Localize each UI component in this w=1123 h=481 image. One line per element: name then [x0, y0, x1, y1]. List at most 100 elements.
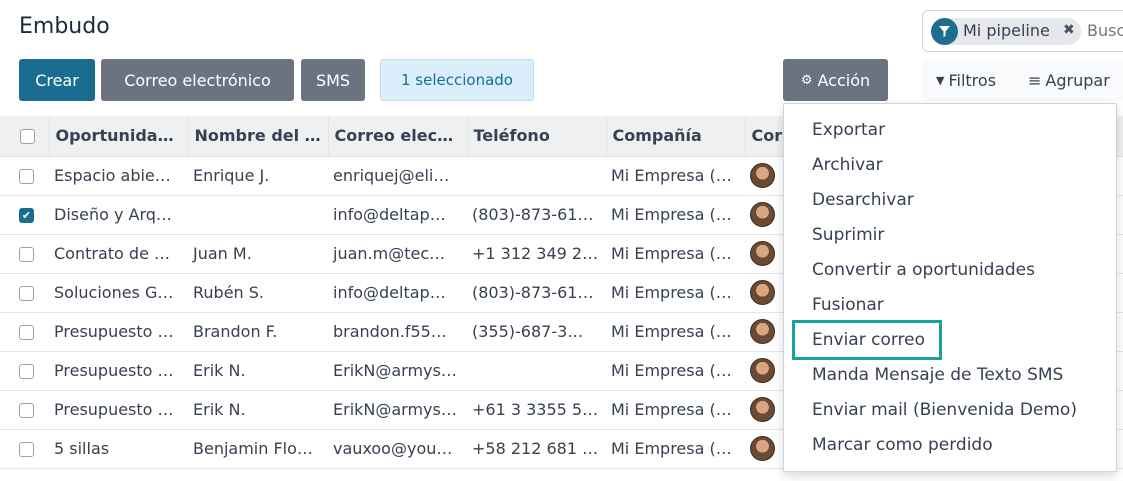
- sms-button[interactable]: SMS: [301, 59, 365, 101]
- row-checkbox-cell[interactable]: [0, 156, 49, 196]
- selection-count-badge: 1 seleccionado: [380, 59, 534, 101]
- menu-item-0[interactable]: Exportar: [812, 115, 885, 145]
- search-bar[interactable]: Mi pipeline ✖: [922, 10, 1123, 52]
- cell-opportunity: 5 sillas: [49, 429, 188, 469]
- cell-phone: +58 212 681 0…: [467, 429, 606, 469]
- column-header-company[interactable]: Compañía: [606, 116, 746, 157]
- row-checkbox[interactable]: [19, 169, 34, 184]
- avatar: [750, 241, 775, 266]
- cell-company: Mi Empresa (…: [606, 195, 745, 235]
- group-by-button[interactable]: ≡ Agrupar: [1018, 59, 1123, 101]
- gear-icon: ⚙: [800, 72, 813, 88]
- cell-opportunity: Espacio abie…: [49, 156, 188, 196]
- cell-email: enriquej@eli…: [328, 156, 467, 196]
- filter-icon: [931, 18, 958, 45]
- menu-item-2[interactable]: Desarchivar: [812, 185, 914, 215]
- email-button[interactable]: Correo electrónico: [101, 59, 294, 101]
- facet-remove-icon[interactable]: ✖: [1063, 22, 1075, 38]
- row-checkbox-cell[interactable]: [0, 234, 49, 274]
- cell-email: ErikN@armys…: [328, 390, 467, 430]
- select-all-checkbox[interactable]: [20, 129, 35, 145]
- cell-company: Mi Empresa (…: [606, 390, 745, 430]
- cell-contact: Brandon F.: [188, 312, 328, 352]
- cell-email: juan.m@tec…: [328, 234, 467, 274]
- cell-opportunity: Diseño y Arq…: [49, 195, 188, 235]
- cell-phone: (803)-873-61…: [467, 195, 606, 235]
- cell-phone: [467, 351, 606, 391]
- menu-item-7[interactable]: Manda Mensaje de Texto SMS: [812, 360, 1063, 390]
- row-checkbox[interactable]: [19, 247, 34, 262]
- select-all-cell[interactable]: [0, 116, 50, 157]
- avatar: [750, 163, 775, 188]
- cell-company: Mi Empresa (…: [606, 429, 745, 469]
- cell-opportunity: Presupuesto …: [49, 390, 188, 430]
- avatar: [750, 397, 775, 422]
- avatar: [750, 436, 775, 461]
- row-checkbox-cell[interactable]: [0, 390, 49, 430]
- action-menu: Exportar Archivar Desarchivar Suprimir Conve…: [783, 103, 1117, 472]
- facet-label: Mi pipeline: [963, 21, 1050, 40]
- cell-contact: Juan M.: [188, 234, 328, 274]
- row-checkbox-cell[interactable]: [0, 429, 49, 469]
- avatar: [750, 319, 775, 344]
- filters-button[interactable]: ▼ Filtros: [922, 59, 1018, 101]
- cell-contact: Erik N.: [188, 390, 328, 430]
- action-label: Acción: [817, 70, 871, 90]
- cell-company: Mi Empresa (…: [606, 234, 745, 274]
- cell-email: info@deltap…: [328, 273, 467, 313]
- cell-email: ErikN@armys…: [328, 351, 467, 391]
- row-checkbox-cell[interactable]: ✔: [0, 195, 49, 235]
- cell-opportunity: Soluciones G…: [49, 273, 188, 313]
- avatar: [750, 358, 775, 383]
- column-header-email[interactable]: Correo elect…: [328, 116, 468, 157]
- menu-item-8[interactable]: Enviar mail (Bienvenida Demo): [812, 395, 1077, 425]
- cell-company: Mi Empresa (…: [606, 156, 745, 196]
- cell-email: vauxoo@you…: [328, 429, 467, 469]
- menu-item-4[interactable]: Convertir a oportunidades: [812, 255, 1035, 285]
- cell-contact: Rubén S.: [188, 273, 328, 313]
- row-checkbox-cell[interactable]: [0, 312, 49, 352]
- list-icon: ≡: [1028, 70, 1042, 90]
- menu-item-6[interactable]: Enviar correo: [812, 325, 925, 355]
- funnel-icon: ▼: [936, 73, 945, 87]
- cell-opportunity: Contrato de …: [49, 234, 188, 274]
- group-by-label: Agrupar: [1045, 70, 1110, 90]
- row-checkbox[interactable]: [19, 403, 34, 418]
- column-header-opportunity[interactable]: Oportunida…: [49, 116, 189, 157]
- menu-item-9[interactable]: Marcar como perdido: [812, 430, 993, 460]
- cell-email: info@deltap…: [328, 195, 467, 235]
- action-button[interactable]: ⚙ Acción: [783, 59, 888, 101]
- row-checkbox[interactable]: ✔: [19, 208, 34, 223]
- search-input[interactable]: [1087, 21, 1123, 40]
- create-button[interactable]: Crear: [19, 59, 95, 101]
- row-checkbox-cell[interactable]: [0, 273, 49, 313]
- menu-item-5[interactable]: Fusionar: [812, 290, 884, 320]
- search-facet[interactable]: Mi pipeline ✖: [931, 18, 1081, 45]
- filters-label: Filtros: [948, 70, 997, 90]
- column-header-phone[interactable]: Teléfono: [467, 116, 607, 157]
- row-checkbox-cell[interactable]: [0, 351, 49, 391]
- cell-company: Mi Empresa (…: [606, 312, 745, 352]
- avatar: [750, 280, 775, 305]
- cell-opportunity: Presupuesto …: [49, 351, 188, 391]
- row-checkbox[interactable]: [19, 364, 34, 379]
- cell-opportunity: Presupuesto …: [49, 312, 188, 352]
- row-checkbox[interactable]: [19, 325, 34, 340]
- column-header-contact[interactable]: Nombre del …: [188, 116, 329, 157]
- row-checkbox[interactable]: [19, 442, 34, 457]
- avatar: [750, 202, 775, 227]
- page-title: Embudo: [19, 14, 110, 39]
- row-checkbox[interactable]: [19, 286, 34, 301]
- cell-company: Mi Empresa (…: [606, 273, 745, 313]
- cell-phone: (355)-687-3…: [467, 312, 606, 352]
- cell-phone: [467, 156, 606, 196]
- cell-contact: Erik N.: [188, 351, 328, 391]
- cell-phone: (803)-873-61…: [467, 273, 606, 313]
- cell-phone: +61 3 3355 57…: [467, 390, 606, 430]
- cell-contact: Enrique J.: [188, 156, 328, 196]
- cell-phone: +1 312 349 23…: [467, 234, 606, 274]
- menu-item-1[interactable]: Archivar: [812, 150, 883, 180]
- cell-contact: [188, 195, 328, 235]
- cell-contact: Benjamin Flo…: [188, 429, 328, 469]
- menu-item-3[interactable]: Suprimir: [812, 220, 884, 250]
